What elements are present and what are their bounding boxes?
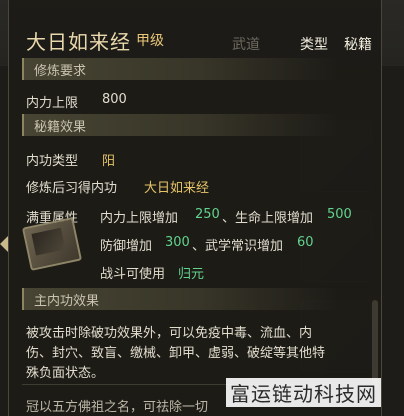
attr-separator: 、 <box>192 239 206 254</box>
book-title: 大日如来经 <box>26 30 131 54</box>
attr-internal-force-label: 内力上限增加 <box>100 211 179 226</box>
max-internal-force-label: 内力上限 <box>26 96 79 111</box>
flavor-text-line: 冠以五方佛祖之名，可祛除一切 <box>26 400 209 415</box>
attr-martial-knowledge-label: 武学常识增加 <box>205 239 284 254</box>
left-arrow-icon[interactable] <box>0 236 8 252</box>
learnable-skill-label: 修炼后习得内功 <box>26 181 118 196</box>
effect-description-line: 伤、封穴、致盲、缴械、卸甲、虚弱、破绽等其他特 <box>26 346 326 361</box>
book-grade: 甲级 <box>136 33 164 49</box>
internal-type-label: 内功类型 <box>26 154 79 169</box>
attr-internal-force-value: 250 <box>195 207 220 222</box>
cultivation-requirement-label: 修炼要求 <box>34 64 87 79</box>
effect-description-line: 被攻击时除破功效果外，可以免疫中毒、流血、内 <box>26 326 313 341</box>
learnable-skill-value: 大日如来经 <box>144 181 210 196</box>
internal-type-value: 阳 <box>102 154 116 169</box>
attr-separator: 、 <box>222 211 236 226</box>
watermark: 富运链动科技网 <box>226 378 381 407</box>
combat-usable-value: 归元 <box>178 267 205 282</box>
tab-wudao[interactable]: 武道 <box>232 34 260 54</box>
attr-max-hp-value: 500 <box>327 207 352 222</box>
attr-max-hp-label: 生命上限增加 <box>235 211 314 226</box>
tab-type[interactable]: 类型 <box>300 34 328 54</box>
effect-description-line: 殊负面状态。 <box>26 366 105 381</box>
main-internal-effect-label: 主内功效果 <box>34 294 100 309</box>
attr-defense-value: 300 <box>165 235 190 250</box>
scrollbar[interactable] <box>372 300 378 390</box>
max-internal-force-value: 800 <box>102 92 127 107</box>
combat-usable-label: 战斗可使用 <box>100 267 166 282</box>
book-effect-label: 秘籍效果 <box>34 120 87 135</box>
attr-defense-label: 防御增加 <box>100 239 153 254</box>
attr-martial-knowledge-value: 60 <box>297 235 314 250</box>
tab-secret-book[interactable]: 秘籍 <box>344 34 372 54</box>
